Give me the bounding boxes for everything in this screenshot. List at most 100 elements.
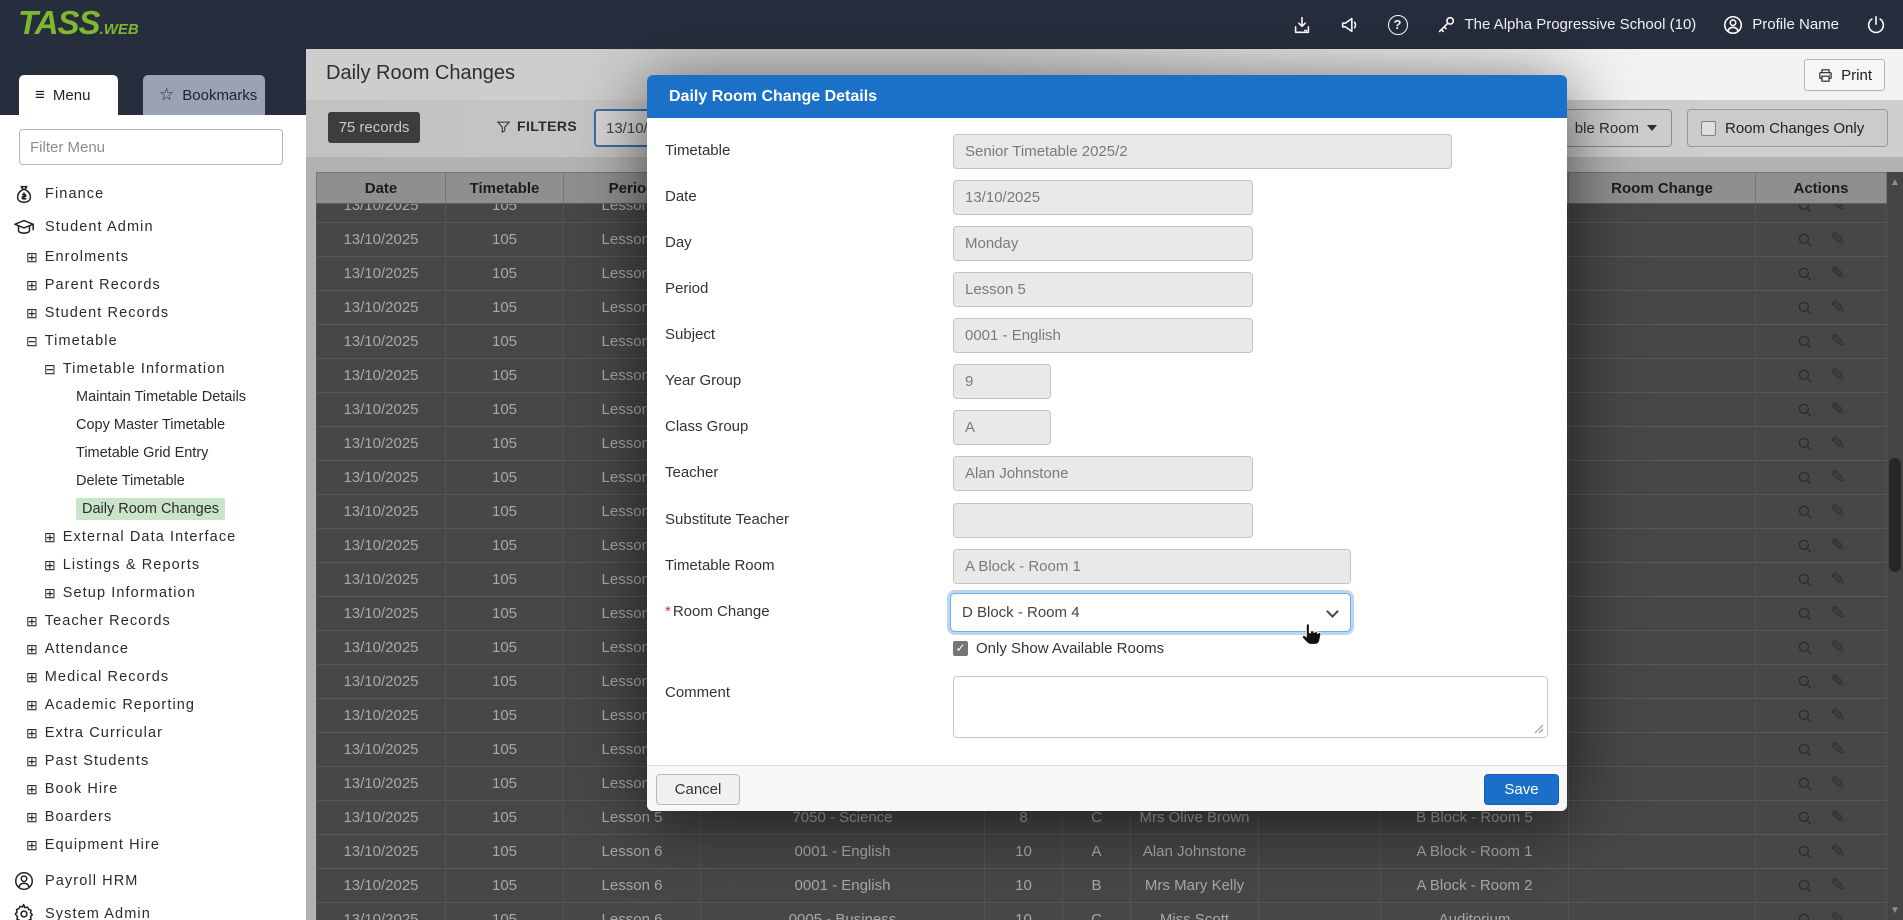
substitute-teacher-field[interactable]	[953, 503, 1253, 538]
edit-pencil-icon[interactable]: ✎	[1830, 705, 1845, 726]
view-magnifier-icon[interactable]	[1796, 367, 1814, 385]
edit-pencil-icon[interactable]: ✎	[1830, 773, 1845, 794]
sidebar-item-listings-reports[interactable]: ⊞Listings & Reports	[0, 551, 306, 579]
collapse-box-icon[interactable]: ⊟	[44, 361, 56, 378]
view-magnifier-icon[interactable]	[1796, 401, 1814, 419]
edit-pencil-icon[interactable]: ✎	[1830, 229, 1845, 250]
view-magnifier-icon[interactable]	[1796, 911, 1814, 920]
sidebar-item-boarders[interactable]: ⊞Boarders	[0, 803, 306, 831]
sidebar-item-teacher-records[interactable]: ⊞Teacher Records	[0, 607, 306, 635]
collapse-box-icon[interactable]: ⊟	[26, 333, 38, 350]
view-magnifier-icon[interactable]	[1796, 231, 1814, 249]
view-magnifier-icon[interactable]	[1796, 673, 1814, 691]
view-magnifier-icon[interactable]	[1796, 299, 1814, 317]
edit-pencil-icon[interactable]: ✎	[1830, 909, 1845, 920]
expand-box-icon[interactable]: ⊞	[26, 613, 38, 630]
tab-bookmarks[interactable]: ☆ Bookmarks	[143, 75, 265, 115]
view-magnifier-icon[interactable]	[1796, 639, 1814, 657]
sidebar-item-timetable-grid-entry[interactable]: Timetable Grid Entry	[0, 439, 306, 467]
view-magnifier-icon[interactable]	[1796, 204, 1814, 215]
tab-menu[interactable]: ≡ Menu	[19, 75, 118, 115]
resize-handle-icon[interactable]	[1534, 724, 1544, 734]
announcements-icon[interactable]	[1339, 14, 1361, 36]
edit-pencil-icon[interactable]: ✎	[1830, 204, 1845, 216]
vertical-scrollbar[interactable]: ▲ ▼	[1887, 172, 1903, 920]
edit-pencil-icon[interactable]: ✎	[1830, 807, 1845, 828]
view-magnifier-icon[interactable]	[1796, 435, 1814, 453]
sidebar-item-attendance[interactable]: ⊞Attendance	[0, 635, 306, 663]
view-magnifier-icon[interactable]	[1796, 333, 1814, 351]
expand-box-icon[interactable]: ⊞	[26, 669, 38, 686]
expand-box-icon[interactable]: ⊞	[26, 725, 38, 742]
edit-pencil-icon[interactable]: ✎	[1830, 637, 1845, 658]
view-magnifier-icon[interactable]	[1796, 843, 1814, 861]
save-button[interactable]: Save	[1484, 774, 1559, 805]
edit-pencil-icon[interactable]: ✎	[1830, 501, 1845, 522]
edit-pencil-icon[interactable]: ✎	[1830, 603, 1845, 624]
scroll-up-arrow[interactable]: ▲	[1887, 172, 1903, 192]
view-magnifier-icon[interactable]	[1796, 775, 1814, 793]
scroll-down-arrow[interactable]: ▼	[1887, 900, 1903, 920]
comment-textarea[interactable]	[953, 676, 1548, 738]
view-magnifier-icon[interactable]	[1796, 741, 1814, 759]
expand-box-icon[interactable]: ⊞	[26, 249, 38, 266]
expand-box-icon[interactable]: ⊞	[44, 529, 56, 546]
expand-box-icon[interactable]: ⊞	[26, 641, 38, 658]
sidebar-item-academic-reporting[interactable]: ⊞Academic Reporting	[0, 691, 306, 719]
cancel-button[interactable]: Cancel	[656, 774, 740, 805]
expand-box-icon[interactable]: ⊞	[26, 837, 38, 854]
view-magnifier-icon[interactable]	[1796, 707, 1814, 725]
sidebar-item-medical-records[interactable]: ⊞Medical Records	[0, 663, 306, 691]
edit-pencil-icon[interactable]: ✎	[1830, 535, 1845, 556]
sidebar-item-student-records[interactable]: ⊞Student Records	[0, 299, 306, 327]
sidebar-item-external-data-interface[interactable]: ⊞External Data Interface	[0, 523, 306, 551]
edit-pencil-icon[interactable]: ✎	[1830, 399, 1845, 420]
expand-box-icon[interactable]: ⊞	[26, 305, 38, 322]
sidebar-item-delete-timetable[interactable]: Delete Timetable	[0, 467, 306, 495]
view-magnifier-icon[interactable]	[1796, 265, 1814, 283]
expand-box-icon[interactable]: ⊞	[26, 753, 38, 770]
sidebar-item-student-admin[interactable]: Student Admin	[0, 210, 306, 243]
view-magnifier-icon[interactable]	[1796, 537, 1814, 555]
sidebar-item-system-admin[interactable]: System Admin	[0, 897, 306, 920]
edit-pencil-icon[interactable]: ✎	[1830, 841, 1845, 862]
view-magnifier-icon[interactable]	[1796, 571, 1814, 589]
filter-menu-input[interactable]	[19, 129, 283, 165]
sidebar-item-enrolments[interactable]: ⊞Enrolments	[0, 243, 306, 271]
sidebar-item-timetable[interactable]: ⊟Timetable	[0, 327, 306, 355]
view-magnifier-icon[interactable]	[1796, 877, 1814, 895]
sidebar-item-finance[interactable]: Finance	[0, 177, 306, 210]
edit-pencil-icon[interactable]: ✎	[1830, 433, 1845, 454]
only-show-available-rooms-checkbox[interactable]: ✓	[953, 641, 968, 656]
edit-pencil-icon[interactable]: ✎	[1830, 297, 1845, 318]
sidebar-item-extra-curricular[interactable]: ⊞Extra Curricular	[0, 719, 306, 747]
edit-pencil-icon[interactable]: ✎	[1830, 739, 1845, 760]
edit-pencil-icon[interactable]: ✎	[1830, 365, 1845, 386]
view-magnifier-icon[interactable]	[1796, 605, 1814, 623]
logout-power-icon[interactable]	[1865, 14, 1887, 36]
expand-box-icon[interactable]: ⊞	[26, 809, 38, 826]
edit-pencil-icon[interactable]: ✎	[1830, 467, 1845, 488]
sidebar-item-book-hire[interactable]: ⊞Book Hire	[0, 775, 306, 803]
sidebar-item-past-students[interactable]: ⊞Past Students	[0, 747, 306, 775]
sidebar-item-copy-master-timetable[interactable]: Copy Master Timetable	[0, 411, 306, 439]
profile-menu[interactable]: Profile Name	[1722, 14, 1839, 36]
edit-pencil-icon[interactable]: ✎	[1830, 263, 1845, 284]
edit-pencil-icon[interactable]: ✎	[1830, 671, 1845, 692]
print-button[interactable]: Print	[1804, 59, 1885, 91]
edit-pencil-icon[interactable]: ✎	[1830, 875, 1845, 896]
sidebar-item-timetable-information[interactable]: ⊟Timetable Information	[0, 355, 306, 383]
expand-box-icon[interactable]: ⊞	[44, 557, 56, 574]
view-magnifier-icon[interactable]	[1796, 503, 1814, 521]
sidebar-item-daily-room-changes[interactable]: Daily Room Changes	[0, 495, 306, 523]
sidebar-item-setup-information[interactable]: ⊞Setup Information	[0, 579, 306, 607]
scrollbar-thumb[interactable]	[1889, 458, 1901, 572]
expand-box-icon[interactable]: ⊞	[26, 697, 38, 714]
sidebar-item-payroll-hrm[interactable]: Payroll HRM	[0, 864, 306, 897]
help-icon[interactable]: ?	[1387, 14, 1409, 36]
view-magnifier-icon[interactable]	[1796, 809, 1814, 827]
expand-box-icon[interactable]: ⊞	[26, 277, 38, 294]
expand-box-icon[interactable]: ⊞	[44, 585, 56, 602]
expand-box-icon[interactable]: ⊞	[26, 781, 38, 798]
view-magnifier-icon[interactable]	[1796, 469, 1814, 487]
